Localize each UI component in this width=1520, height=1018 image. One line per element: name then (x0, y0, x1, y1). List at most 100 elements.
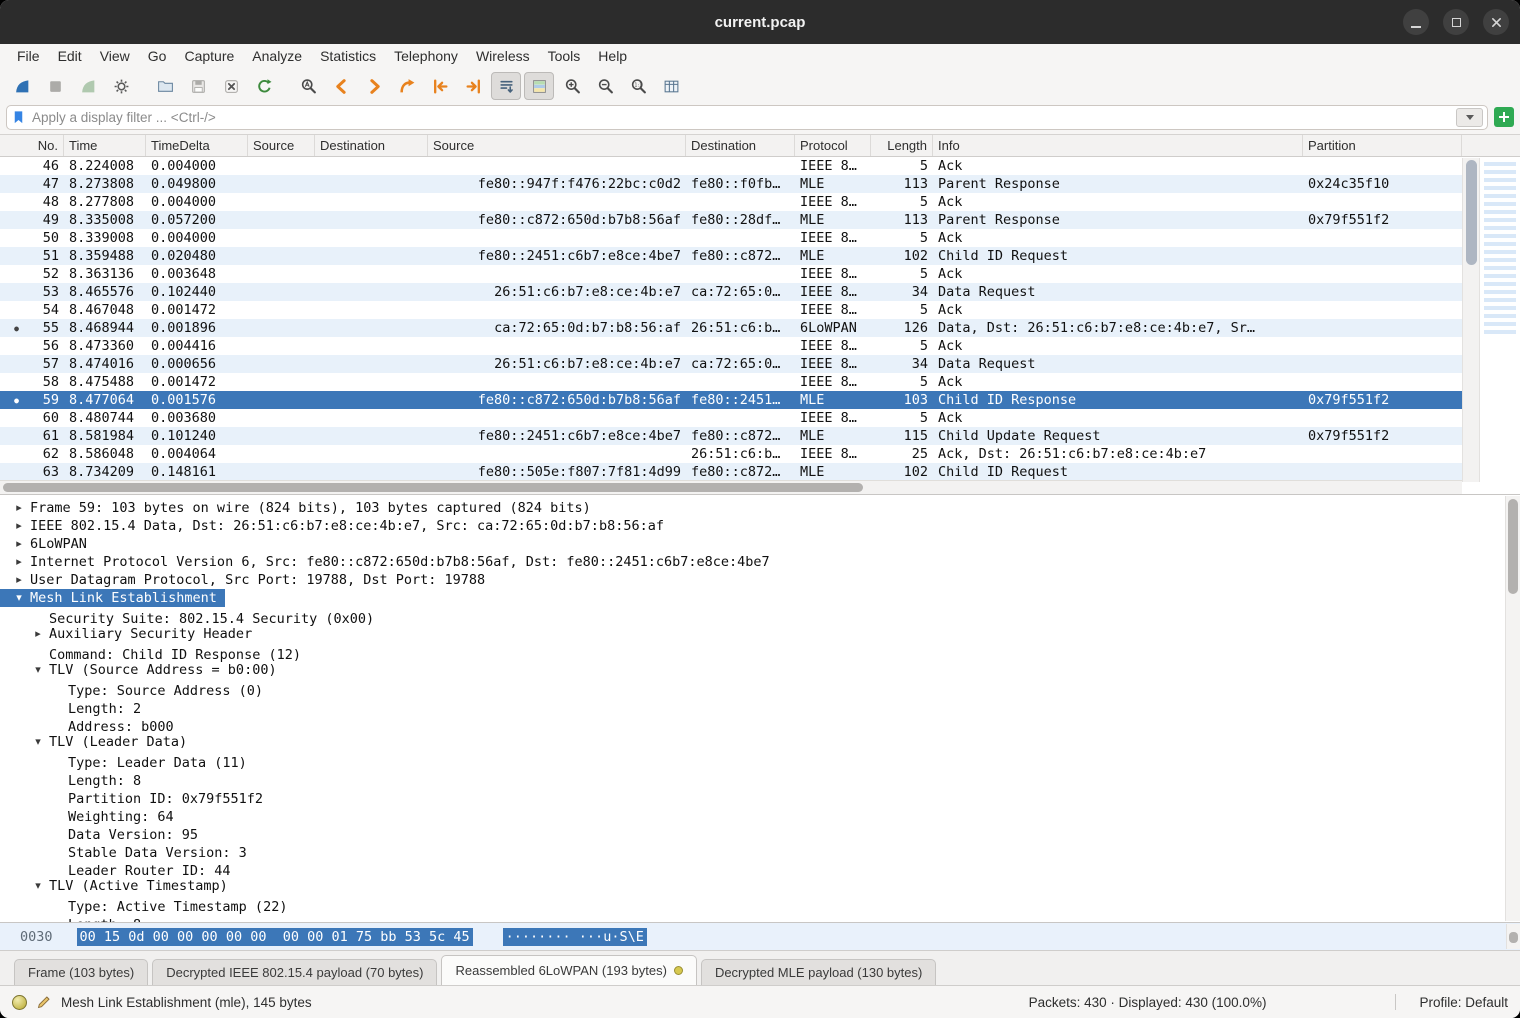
expander-collapsed-icon[interactable]: ▸ (8, 553, 30, 571)
detail-line[interactable]: Command: Child ID Response (12) (0, 642, 1520, 660)
detail-line[interactable]: ▸Internet Protocol Version 6, Src: fe80:… (0, 552, 1520, 570)
menu-go[interactable]: Go (139, 46, 176, 66)
detail-line[interactable]: Leader Router ID: 44 (0, 858, 1520, 876)
column-header-destination2[interactable]: Destination (686, 135, 795, 156)
column-header-timedelta[interactable]: TimeDelta (146, 135, 248, 156)
byte-view-vscrollbar[interactable] (1506, 924, 1520, 949)
detail-line[interactable]: ▸IEEE 802.15.4 Data, Dst: 26:51:c6:b7:e8… (0, 516, 1520, 534)
zoom-in-button[interactable] (557, 72, 587, 100)
detail-line[interactable]: Partition ID: 0x79f551f2 (0, 786, 1520, 804)
expander-expanded-icon[interactable]: ▾ (27, 733, 49, 751)
menu-tools[interactable]: Tools (539, 46, 590, 66)
packet-row[interactable]: 548.4670480.001472IEEE 8…5Ack (0, 301, 1462, 319)
expander-collapsed-icon[interactable]: ▸ (8, 571, 30, 589)
detail-line[interactable]: ▸Frame 59: 103 bytes on wire (824 bits),… (0, 498, 1520, 516)
packet-row[interactable]: 618.5819840.101240fe80::2451:c6b7:e8ce:4… (0, 427, 1462, 445)
menu-wireless[interactable]: Wireless (467, 46, 539, 66)
detail-line[interactable]: ▾Mesh Link Establishment (0, 588, 1520, 606)
packet-row[interactable]: 488.2778080.004000IEEE 8…5Ack (0, 193, 1462, 211)
colorize-packets-button[interactable] (524, 72, 554, 100)
packet-row[interactable]: 568.4733600.004416IEEE 8…5Ack (0, 337, 1462, 355)
minimize-button[interactable] (1403, 9, 1429, 35)
menu-telephony[interactable]: Telephony (385, 46, 467, 66)
detail-line[interactable]: ▾TLV (Leader Data) (0, 732, 1520, 750)
go-first-button[interactable] (425, 72, 455, 100)
details-vscrollbar[interactable] (1505, 496, 1520, 921)
auto-scroll-button[interactable] (491, 72, 521, 100)
expander-collapsed-icon[interactable]: ▸ (8, 517, 30, 535)
zoom-original-button[interactable]: 1:1 (623, 72, 653, 100)
display-filter-field[interactable] (6, 105, 1488, 130)
go-to-packet-button[interactable] (392, 72, 422, 100)
packet-row[interactable]: 638.7342090.148161fe80::505e:f807:7f81:4… (0, 463, 1462, 481)
status-profile[interactable]: Profile: Default (1419, 995, 1508, 1010)
packet-row[interactable]: 608.4807440.003680IEEE 8…5Ack (0, 409, 1462, 427)
go-back-button[interactable] (326, 72, 356, 100)
byte-view-tab[interactable]: Reassembled 6LoWPAN (193 bytes) (441, 955, 696, 985)
expander-expanded-icon[interactable]: ▾ (27, 661, 49, 679)
maximize-button[interactable] (1443, 9, 1469, 35)
menu-statistics[interactable]: Statistics (311, 46, 385, 66)
start-capture-button[interactable] (7, 72, 37, 100)
menu-view[interactable]: View (91, 46, 139, 66)
packet-row[interactable]: 538.4655760.10244026:51:c6:b7:e8:ce:4b:e… (0, 283, 1462, 301)
packet-row[interactable]: 578.4740160.00065626:51:c6:b7:e8:ce:4b:e… (0, 355, 1462, 373)
column-header-protocol[interactable]: Protocol (795, 135, 871, 156)
menu-help[interactable]: Help (589, 46, 636, 66)
capture-options-button[interactable] (106, 72, 136, 100)
byte-view-tab[interactable]: Decrypted MLE payload (130 bytes) (701, 959, 936, 985)
column-header-length[interactable]: Length (871, 135, 933, 156)
column-header-partition[interactable]: Partition (1303, 135, 1462, 156)
detail-line[interactable]: ▸Auxiliary Security Header (0, 624, 1520, 642)
find-packet-button[interactable] (293, 72, 323, 100)
filter-bookmark-icon[interactable] (11, 110, 26, 125)
menu-analyze[interactable]: Analyze (243, 46, 311, 66)
packet-row[interactable]: 518.3594880.020480fe80::2451:c6b7:e8ce:4… (0, 247, 1462, 265)
detail-line[interactable]: Type: Active Timestamp (22) (0, 894, 1520, 912)
byte-view-tab[interactable]: Frame (103 bytes) (14, 959, 148, 985)
packet-row[interactable]: 478.2738080.049800fe80::947f:f476:22bc:c… (0, 175, 1462, 193)
add-filter-button[interactable] (1494, 107, 1514, 127)
packet-row[interactable]: 468.2240080.004000IEEE 8…5Ack (0, 157, 1462, 175)
detail-line[interactable]: Stable Data Version: 3 (0, 840, 1520, 858)
menu-capture[interactable]: Capture (175, 46, 243, 66)
column-header-destination[interactable]: Destination (315, 135, 428, 156)
expander-collapsed-icon[interactable]: ▸ (8, 499, 30, 517)
byte-view-tab[interactable]: Decrypted IEEE 802.15.4 payload (70 byte… (152, 959, 437, 985)
packet-row[interactable]: 588.4754880.001472IEEE 8…5Ack (0, 373, 1462, 391)
reload-file-button[interactable] (249, 72, 279, 100)
byte-view-vscrollbar-thumb[interactable] (1509, 932, 1518, 943)
packet-row[interactable]: 628.5860480.00406426:51:c6:b…IEEE 8…25Ac… (0, 445, 1462, 463)
vscrollbar-thumb[interactable] (1466, 160, 1477, 265)
restart-capture-button[interactable] (73, 72, 103, 100)
filter-dropdown-button[interactable] (1456, 108, 1483, 127)
detail-line[interactable]: ▸6LoWPAN (0, 534, 1520, 552)
capture-comment-icon[interactable] (36, 994, 52, 1010)
packet-row[interactable]: 508.3390080.004000IEEE 8…5Ack (0, 229, 1462, 247)
packet-row[interactable]: 528.3631360.003648IEEE 8…5Ack (0, 265, 1462, 283)
detail-line[interactable]: Type: Leader Data (11) (0, 750, 1520, 768)
save-file-button[interactable] (183, 72, 213, 100)
column-header-time[interactable]: Time (64, 135, 146, 156)
expander-collapsed-icon[interactable]: ▸ (8, 535, 30, 553)
detail-line[interactable]: Type: Source Address (0) (0, 678, 1520, 696)
column-header-info[interactable]: Info (933, 135, 1303, 156)
hscrollbar-thumb[interactable] (3, 483, 863, 492)
close-file-button[interactable] (216, 72, 246, 100)
resize-columns-button[interactable] (656, 72, 686, 100)
hex-bytes-selected[interactable]: 00 15 0d 00 00 00 00 00 00 00 01 75 bb 5… (77, 928, 473, 946)
column-header-source2[interactable]: Source (428, 135, 686, 156)
column-header-source[interactable]: Source (248, 135, 315, 156)
packet-row[interactable]: ●598.4770640.001576fe80::c872:650d:b7b8:… (0, 391, 1462, 409)
stop-capture-button[interactable] (40, 72, 70, 100)
hex-ascii-selected[interactable]: ········ ···u·S\E (503, 928, 647, 946)
zoom-out-button[interactable] (590, 72, 620, 100)
menu-edit[interactable]: Edit (49, 46, 91, 66)
detail-line[interactable]: ▾TLV (Source Address = b0:00) (0, 660, 1520, 678)
packet-list-vscrollbar[interactable] (1463, 158, 1480, 482)
detail-line[interactable]: ▸User Datagram Protocol, Src Port: 19788… (0, 570, 1520, 588)
packet-row[interactable]: 498.3350080.057200fe80::c872:650d:b7b8:5… (0, 211, 1462, 229)
go-forward-button[interactable] (359, 72, 389, 100)
menu-file[interactable]: File (8, 46, 49, 66)
column-header-no[interactable]: No. (0, 135, 64, 156)
